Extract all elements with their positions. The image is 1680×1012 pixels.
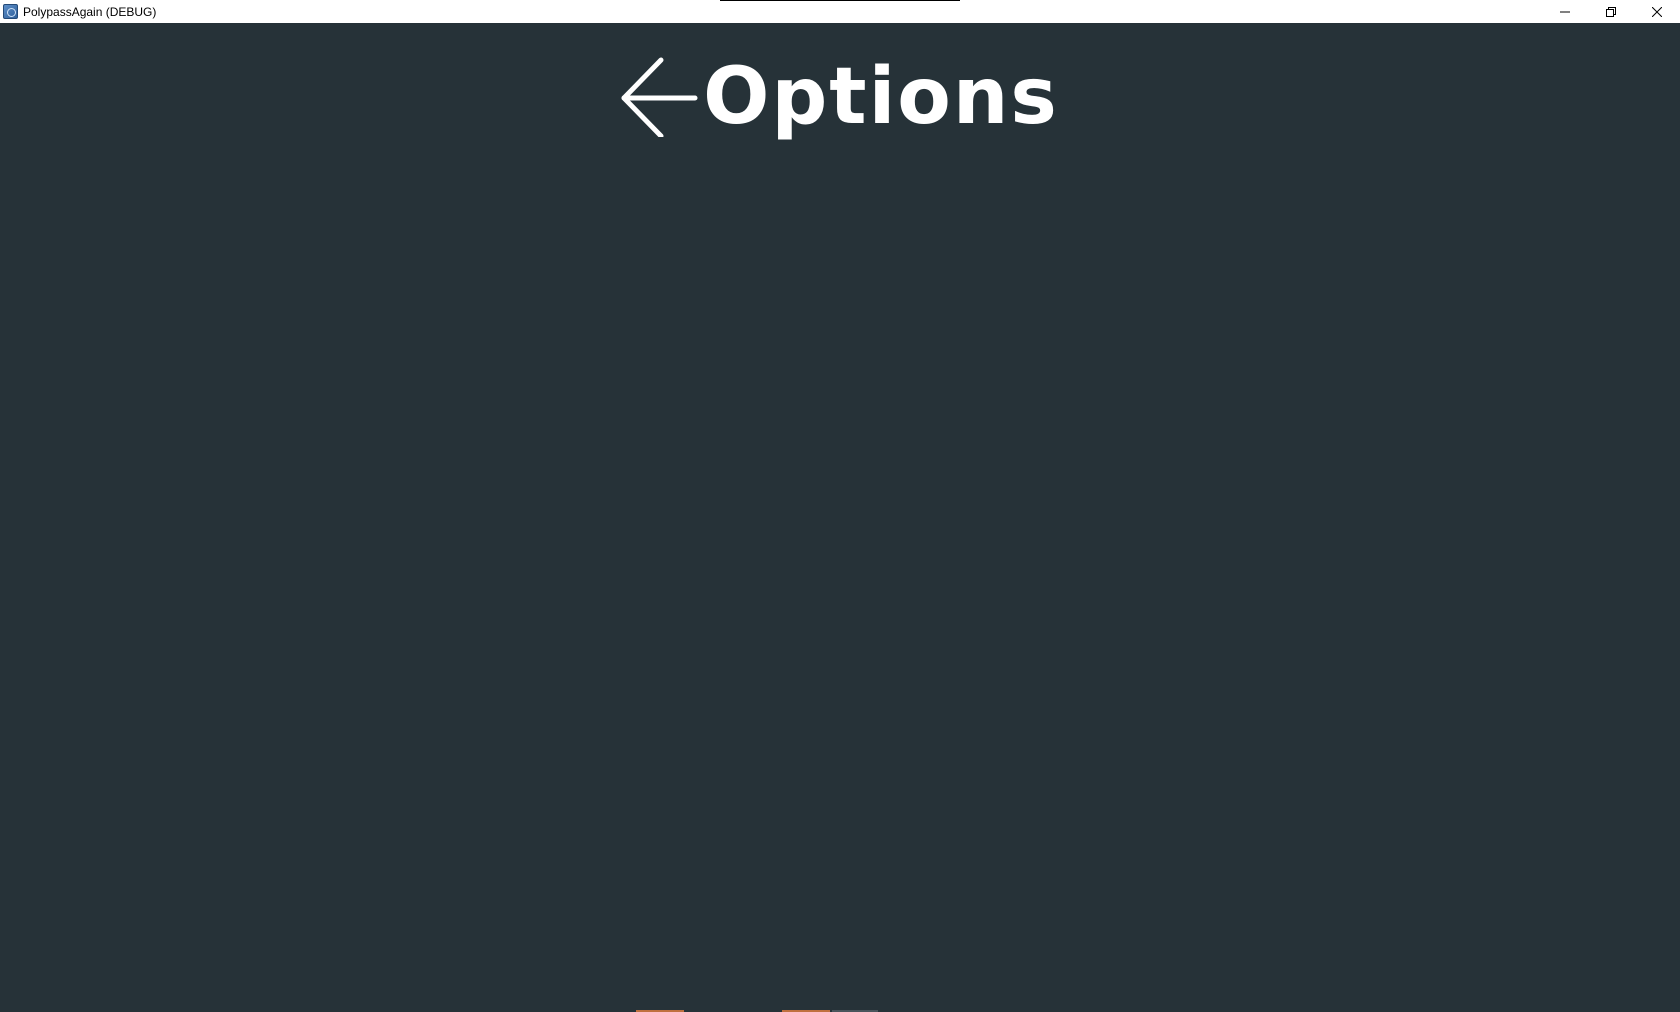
restore-icon <box>1606 6 1616 17</box>
titlebar-focus-line <box>720 0 960 1</box>
window-title: PolypassAgain (DEBUG) <box>23 4 157 19</box>
app-icon <box>3 4 18 19</box>
window-controls <box>1542 0 1680 23</box>
page-header: Options <box>0 57 1680 137</box>
window-titlebar[interactable]: PolypassAgain (DEBUG) <box>0 0 1680 23</box>
restore-button[interactable] <box>1588 0 1634 23</box>
close-icon <box>1652 6 1662 17</box>
app-content: Options <box>0 23 1680 1012</box>
close-button[interactable] <box>1634 0 1680 23</box>
minimize-icon <box>1560 11 1570 12</box>
back-button[interactable] <box>621 57 699 137</box>
arrow-left-icon <box>621 57 698 137</box>
page-title: Options <box>703 52 1059 142</box>
minimize-button[interactable] <box>1542 0 1588 23</box>
